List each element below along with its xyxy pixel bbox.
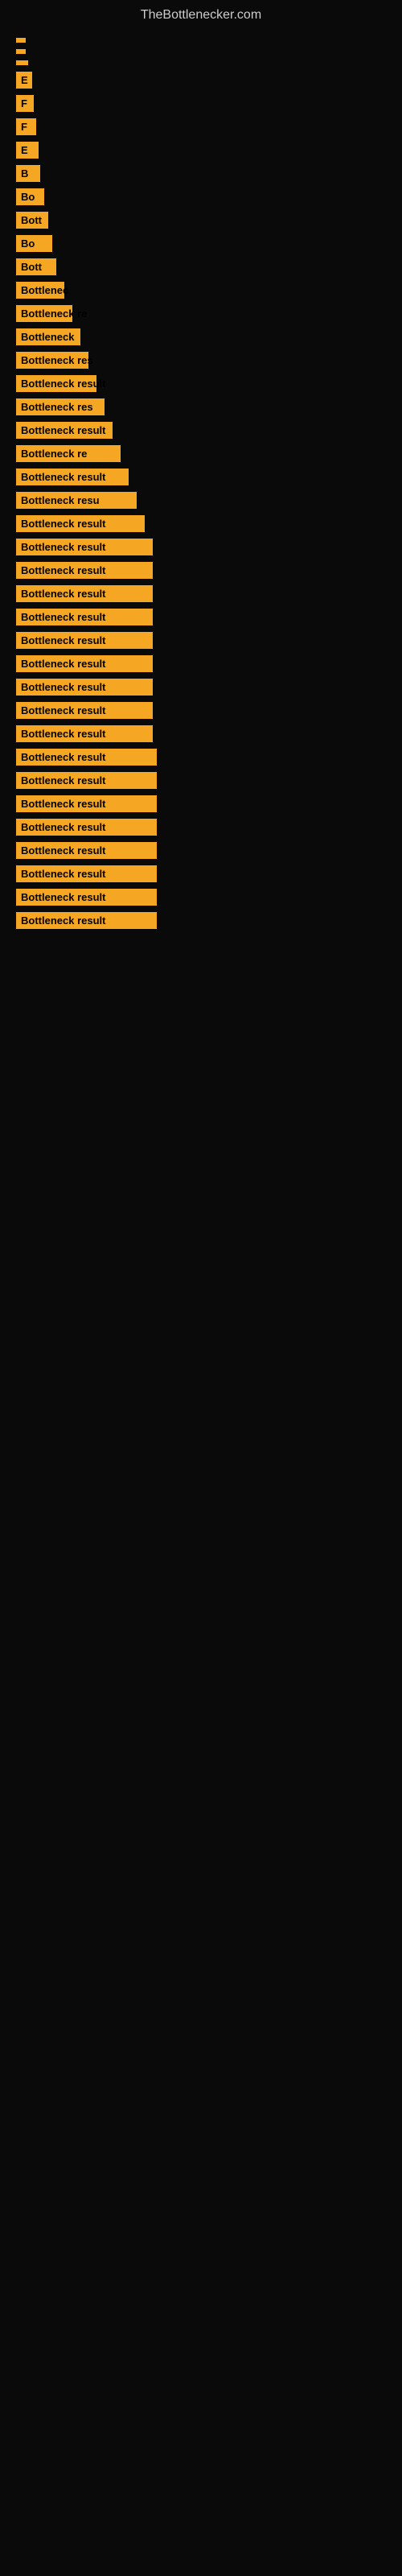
list-item: Bottleneck re (16, 302, 386, 325)
bottleneck-label[interactable]: Bott (16, 212, 48, 229)
bottleneck-label[interactable] (16, 60, 28, 65)
list-item: Bottleneck result (16, 372, 386, 395)
bottleneck-label[interactable]: Bottleneck result (16, 865, 157, 882)
list-item: Bottleneck result (16, 745, 386, 769)
bottleneck-label[interactable]: Bottleneck result (16, 562, 153, 579)
list-item: Bottleneck result (16, 862, 386, 886)
list-item: Bottleneck result (16, 652, 386, 675)
list-item: Bo (16, 185, 386, 208)
list-item: Bottleneck result (16, 535, 386, 559)
bottleneck-label[interactable]: Bottleneck result (16, 702, 153, 719)
bottleneck-label[interactable]: Bottleneck re (16, 445, 121, 462)
list-item (16, 35, 386, 46)
site-title-container: TheBottlenecker.com (0, 0, 402, 27)
bottleneck-label[interactable]: Bottleneck result (16, 842, 157, 859)
bottleneck-label[interactable]: Bottleneck result (16, 795, 157, 812)
bottleneck-label[interactable]: Bottleneck result (16, 819, 157, 836)
list-item: Bottleneck result (16, 512, 386, 535)
bottleneck-label[interactable]: Bottleneck result (16, 422, 113, 439)
bottleneck-label[interactable]: Bottleneck result (16, 679, 153, 696)
bottleneck-label[interactable]: Bo (16, 188, 44, 205)
bottleneck-label[interactable]: F (16, 118, 36, 135)
bottleneck-label[interactable]: Bottlenec (16, 282, 64, 299)
bottleneck-label[interactable]: Bottleneck result (16, 539, 153, 555)
list-item: Bottlenec (16, 279, 386, 302)
bottleneck-label[interactable] (16, 38, 26, 43)
site-title: TheBottlenecker.com (0, 0, 402, 27)
bottleneck-label[interactable]: Bottleneck result (16, 585, 153, 602)
bottleneck-label[interactable]: Bottleneck result (16, 655, 153, 672)
bottleneck-label[interactable]: B (16, 165, 40, 182)
list-item: Bottleneck result (16, 699, 386, 722)
list-item: Bottleneck res (16, 395, 386, 419)
bottleneck-label[interactable]: Bottleneck result (16, 912, 157, 929)
list-item: B (16, 162, 386, 185)
bottleneck-label[interactable]: Bottleneck result (16, 609, 153, 625)
list-item: Bottleneck result (16, 722, 386, 745)
bottleneck-label[interactable]: Bottleneck result (16, 725, 153, 742)
list-item (16, 57, 386, 68)
list-item: Bottleneck result (16, 582, 386, 605)
list-item: Bottleneck result (16, 839, 386, 862)
bottleneck-label[interactable]: E (16, 142, 39, 159)
list-item: Bottleneck result (16, 886, 386, 909)
bottleneck-label[interactable]: F (16, 95, 34, 112)
list-item: Bo (16, 232, 386, 255)
list-item: Bottleneck result (16, 792, 386, 815)
list-item: E (16, 138, 386, 162)
list-item (16, 46, 386, 57)
list-item: F (16, 92, 386, 115)
bottleneck-label[interactable]: Bottleneck result (16, 469, 129, 485)
list-item: Bottleneck result (16, 769, 386, 792)
list-item: F (16, 115, 386, 138)
bottleneck-label[interactable]: Bottleneck result (16, 375, 96, 392)
bottleneck-list: EFFEBBoBottBoBottBottlenecBottleneck reB… (0, 27, 402, 940)
bottleneck-label[interactable]: Bottleneck res (16, 352, 88, 369)
list-item: Bottleneck result (16, 605, 386, 629)
bottleneck-label[interactable]: Bo (16, 235, 52, 252)
bottleneck-label[interactable]: Bottleneck result (16, 889, 157, 906)
list-item: Bottleneck result (16, 465, 386, 489)
bottleneck-label[interactable]: Bottleneck re (16, 305, 72, 322)
bottleneck-label[interactable]: Bottleneck result (16, 632, 153, 649)
list-item: Bottleneck result (16, 419, 386, 442)
bottleneck-label[interactable]: Bottleneck (16, 328, 80, 345)
bottleneck-label[interactable]: Bott (16, 258, 56, 275)
list-item: Bottleneck result (16, 909, 386, 932)
list-item: Bott (16, 255, 386, 279)
list-item: Bottleneck (16, 325, 386, 349)
list-item: Bottleneck result (16, 675, 386, 699)
list-item: Bottleneck result (16, 815, 386, 839)
list-item: Bottleneck resu (16, 489, 386, 512)
bottleneck-label[interactable] (16, 49, 26, 54)
bottleneck-label[interactable]: Bottleneck result (16, 515, 145, 532)
bottleneck-label[interactable]: Bottleneck resu (16, 492, 137, 509)
bottleneck-label[interactable]: E (16, 72, 32, 89)
list-item: Bott (16, 208, 386, 232)
list-item: Bottleneck result (16, 629, 386, 652)
list-item: Bottleneck result (16, 559, 386, 582)
bottleneck-label[interactable]: Bottleneck result (16, 749, 157, 766)
list-item: Bottleneck re (16, 442, 386, 465)
list-item: E (16, 68, 386, 92)
bottleneck-label[interactable]: Bottleneck result (16, 772, 157, 789)
bottleneck-label[interactable]: Bottleneck res (16, 398, 105, 415)
list-item: Bottleneck res (16, 349, 386, 372)
